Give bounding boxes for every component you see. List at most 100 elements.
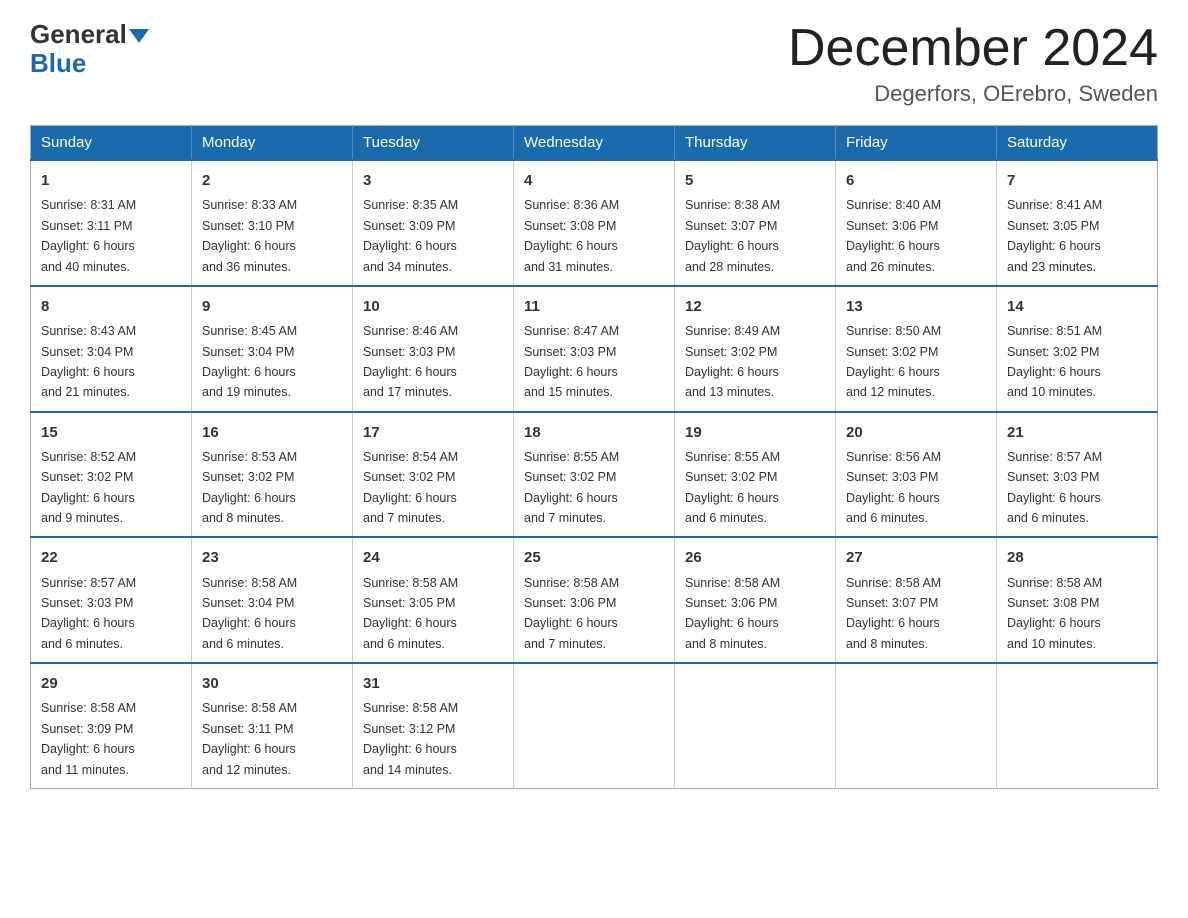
day-number: 27 xyxy=(846,546,986,569)
day-info: Sunrise: 8:38 AMSunset: 3:07 PMDaylight:… xyxy=(685,198,780,273)
location-subtitle: Degerfors, OErebro, Sweden xyxy=(788,81,1158,107)
day-number: 13 xyxy=(846,295,986,318)
day-cell: 22 Sunrise: 8:57 AMSunset: 3:03 PMDaylig… xyxy=(31,537,192,663)
day-cell: 21 Sunrise: 8:57 AMSunset: 3:03 PMDaylig… xyxy=(997,412,1158,538)
day-info: Sunrise: 8:58 AMSunset: 3:07 PMDaylight:… xyxy=(846,576,941,651)
day-cell: 13 Sunrise: 8:50 AMSunset: 3:02 PMDaylig… xyxy=(836,286,997,412)
day-cell: 23 Sunrise: 8:58 AMSunset: 3:04 PMDaylig… xyxy=(192,537,353,663)
day-info: Sunrise: 8:58 AMSunset: 3:11 PMDaylight:… xyxy=(202,701,297,776)
day-cell: 5 Sunrise: 8:38 AMSunset: 3:07 PMDayligh… xyxy=(675,160,836,286)
day-number: 31 xyxy=(363,672,503,695)
day-info: Sunrise: 8:52 AMSunset: 3:02 PMDaylight:… xyxy=(41,450,136,525)
day-cell: 4 Sunrise: 8:36 AMSunset: 3:08 PMDayligh… xyxy=(514,160,675,286)
logo-triangle-icon xyxy=(129,29,149,43)
day-cell: 2 Sunrise: 8:33 AMSunset: 3:10 PMDayligh… xyxy=(192,160,353,286)
day-info: Sunrise: 8:54 AMSunset: 3:02 PMDaylight:… xyxy=(363,450,458,525)
day-info: Sunrise: 8:40 AMSunset: 3:06 PMDaylight:… xyxy=(846,198,941,273)
day-cell: 28 Sunrise: 8:58 AMSunset: 3:08 PMDaylig… xyxy=(997,537,1158,663)
header-tuesday: Tuesday xyxy=(353,126,514,161)
week-row-1: 1 Sunrise: 8:31 AMSunset: 3:11 PMDayligh… xyxy=(31,160,1158,286)
day-cell: 26 Sunrise: 8:58 AMSunset: 3:06 PMDaylig… xyxy=(675,537,836,663)
day-number: 19 xyxy=(685,421,825,444)
day-cell: 1 Sunrise: 8:31 AMSunset: 3:11 PMDayligh… xyxy=(31,160,192,286)
day-number: 24 xyxy=(363,546,503,569)
day-info: Sunrise: 8:57 AMSunset: 3:03 PMDaylight:… xyxy=(1007,450,1102,525)
day-number: 12 xyxy=(685,295,825,318)
day-info: Sunrise: 8:58 AMSunset: 3:09 PMDaylight:… xyxy=(41,701,136,776)
day-cell: 25 Sunrise: 8:58 AMSunset: 3:06 PMDaylig… xyxy=(514,537,675,663)
day-cell: 12 Sunrise: 8:49 AMSunset: 3:02 PMDaylig… xyxy=(675,286,836,412)
day-info: Sunrise: 8:58 AMSunset: 3:04 PMDaylight:… xyxy=(202,576,297,651)
day-cell xyxy=(675,663,836,788)
day-number: 26 xyxy=(685,546,825,569)
day-cell: 11 Sunrise: 8:47 AMSunset: 3:03 PMDaylig… xyxy=(514,286,675,412)
day-info: Sunrise: 8:58 AMSunset: 3:06 PMDaylight:… xyxy=(524,576,619,651)
logo-top-row: General xyxy=(30,20,149,49)
day-cell: 30 Sunrise: 8:58 AMSunset: 3:11 PMDaylig… xyxy=(192,663,353,788)
day-cell: 17 Sunrise: 8:54 AMSunset: 3:02 PMDaylig… xyxy=(353,412,514,538)
day-number: 6 xyxy=(846,169,986,192)
day-number: 4 xyxy=(524,169,664,192)
day-info: Sunrise: 8:47 AMSunset: 3:03 PMDaylight:… xyxy=(524,324,619,399)
day-info: Sunrise: 8:56 AMSunset: 3:03 PMDaylight:… xyxy=(846,450,941,525)
day-number: 1 xyxy=(41,169,181,192)
logo-blue-text: Blue xyxy=(30,48,86,78)
day-number: 21 xyxy=(1007,421,1147,444)
logo-general-text: General xyxy=(30,19,127,49)
day-cell: 19 Sunrise: 8:55 AMSunset: 3:02 PMDaylig… xyxy=(675,412,836,538)
day-cell: 24 Sunrise: 8:58 AMSunset: 3:05 PMDaylig… xyxy=(353,537,514,663)
header-saturday: Saturday xyxy=(997,126,1158,161)
day-info: Sunrise: 8:36 AMSunset: 3:08 PMDaylight:… xyxy=(524,198,619,273)
day-info: Sunrise: 8:33 AMSunset: 3:10 PMDaylight:… xyxy=(202,198,297,273)
day-info: Sunrise: 8:43 AMSunset: 3:04 PMDaylight:… xyxy=(41,324,136,399)
day-info: Sunrise: 8:58 AMSunset: 3:08 PMDaylight:… xyxy=(1007,576,1102,651)
day-info: Sunrise: 8:49 AMSunset: 3:02 PMDaylight:… xyxy=(685,324,780,399)
day-cell: 20 Sunrise: 8:56 AMSunset: 3:03 PMDaylig… xyxy=(836,412,997,538)
day-number: 30 xyxy=(202,672,342,695)
day-number: 25 xyxy=(524,546,664,569)
day-info: Sunrise: 8:57 AMSunset: 3:03 PMDaylight:… xyxy=(41,576,136,651)
day-number: 29 xyxy=(41,672,181,695)
day-info: Sunrise: 8:45 AMSunset: 3:04 PMDaylight:… xyxy=(202,324,297,399)
day-number: 14 xyxy=(1007,295,1147,318)
day-number: 8 xyxy=(41,295,181,318)
day-number: 16 xyxy=(202,421,342,444)
day-cell: 14 Sunrise: 8:51 AMSunset: 3:02 PMDaylig… xyxy=(997,286,1158,412)
day-number: 11 xyxy=(524,295,664,318)
header-monday: Monday xyxy=(192,126,353,161)
day-cell xyxy=(514,663,675,788)
day-info: Sunrise: 8:50 AMSunset: 3:02 PMDaylight:… xyxy=(846,324,941,399)
day-number: 2 xyxy=(202,169,342,192)
day-cell: 10 Sunrise: 8:46 AMSunset: 3:03 PMDaylig… xyxy=(353,286,514,412)
day-number: 15 xyxy=(41,421,181,444)
day-info: Sunrise: 8:55 AMSunset: 3:02 PMDaylight:… xyxy=(524,450,619,525)
calendar-header-row: SundayMondayTuesdayWednesdayThursdayFrid… xyxy=(31,126,1158,161)
day-number: 9 xyxy=(202,295,342,318)
day-number: 18 xyxy=(524,421,664,444)
day-cell: 31 Sunrise: 8:58 AMSunset: 3:12 PMDaylig… xyxy=(353,663,514,788)
day-cell: 7 Sunrise: 8:41 AMSunset: 3:05 PMDayligh… xyxy=(997,160,1158,286)
day-cell: 8 Sunrise: 8:43 AMSunset: 3:04 PMDayligh… xyxy=(31,286,192,412)
day-number: 7 xyxy=(1007,169,1147,192)
day-cell: 15 Sunrise: 8:52 AMSunset: 3:02 PMDaylig… xyxy=(31,412,192,538)
header-friday: Friday xyxy=(836,126,997,161)
calendar-table: SundayMondayTuesdayWednesdayThursdayFrid… xyxy=(30,125,1158,789)
day-number: 5 xyxy=(685,169,825,192)
day-number: 17 xyxy=(363,421,503,444)
day-number: 28 xyxy=(1007,546,1147,569)
day-cell: 16 Sunrise: 8:53 AMSunset: 3:02 PMDaylig… xyxy=(192,412,353,538)
month-title: December 2024 xyxy=(788,20,1158,77)
day-info: Sunrise: 8:58 AMSunset: 3:05 PMDaylight:… xyxy=(363,576,458,651)
title-section: December 2024 Degerfors, OErebro, Sweden xyxy=(788,20,1158,107)
day-info: Sunrise: 8:55 AMSunset: 3:02 PMDaylight:… xyxy=(685,450,780,525)
week-row-2: 8 Sunrise: 8:43 AMSunset: 3:04 PMDayligh… xyxy=(31,286,1158,412)
week-row-5: 29 Sunrise: 8:58 AMSunset: 3:09 PMDaylig… xyxy=(31,663,1158,788)
header-wednesday: Wednesday xyxy=(514,126,675,161)
day-cell xyxy=(836,663,997,788)
day-info: Sunrise: 8:53 AMSunset: 3:02 PMDaylight:… xyxy=(202,450,297,525)
day-cell: 29 Sunrise: 8:58 AMSunset: 3:09 PMDaylig… xyxy=(31,663,192,788)
day-cell: 27 Sunrise: 8:58 AMSunset: 3:07 PMDaylig… xyxy=(836,537,997,663)
day-number: 10 xyxy=(363,295,503,318)
header-thursday: Thursday xyxy=(675,126,836,161)
day-number: 20 xyxy=(846,421,986,444)
